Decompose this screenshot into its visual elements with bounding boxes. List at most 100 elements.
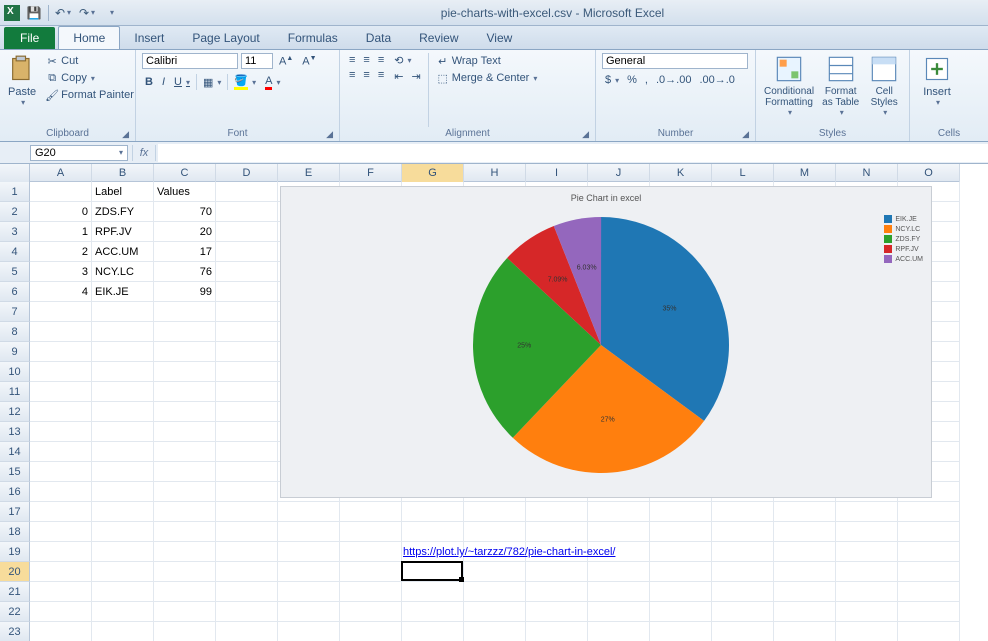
cell-C12[interactable] bbox=[154, 402, 216, 422]
cell-C13[interactable] bbox=[154, 422, 216, 442]
cell-N22[interactable] bbox=[836, 602, 898, 622]
cell-I17[interactable] bbox=[526, 502, 588, 522]
cell-J17[interactable] bbox=[588, 502, 650, 522]
cell-J18[interactable] bbox=[588, 522, 650, 542]
column-header-C[interactable]: C bbox=[154, 164, 216, 182]
cell-F22[interactable] bbox=[340, 602, 402, 622]
align-center-button[interactable]: ≡ bbox=[360, 68, 372, 82]
row-header-3[interactable]: 3 bbox=[0, 222, 30, 242]
cell-A14[interactable] bbox=[30, 442, 92, 462]
hyperlink-cell[interactable]: https://plot.ly/~tarzzz/782/pie-chart-in… bbox=[403, 542, 615, 562]
worksheet-grid[interactable]: ABCDEFGHIJKLMNO 1LabelValues20ZDS.FY7031… bbox=[0, 164, 988, 641]
row-header-10[interactable]: 10 bbox=[0, 362, 30, 382]
column-header-B[interactable]: B bbox=[92, 164, 154, 182]
cell-D13[interactable] bbox=[216, 422, 278, 442]
row-header-2[interactable]: 2 bbox=[0, 202, 30, 222]
undo-button[interactable]: ↶▾ bbox=[53, 4, 73, 22]
cell-F20[interactable] bbox=[340, 562, 402, 582]
cell-A22[interactable] bbox=[30, 602, 92, 622]
tab-file[interactable]: File bbox=[4, 27, 55, 49]
cell-L20[interactable] bbox=[712, 562, 774, 582]
cell-D18[interactable] bbox=[216, 522, 278, 542]
increase-font-button[interactable]: A▲ bbox=[276, 53, 296, 69]
cell-B22[interactable] bbox=[92, 602, 154, 622]
percent-button[interactable]: % bbox=[624, 73, 640, 87]
cell-C5[interactable]: 76 bbox=[154, 262, 216, 282]
cell-B3[interactable]: RPF.JV bbox=[92, 222, 154, 242]
tab-home[interactable]: Home bbox=[58, 26, 120, 49]
tab-insert[interactable]: Insert bbox=[120, 27, 178, 49]
cell-B13[interactable] bbox=[92, 422, 154, 442]
align-top-button[interactable]: ≡ bbox=[346, 53, 358, 67]
align-left-button[interactable]: ≡ bbox=[346, 68, 358, 82]
align-right-button[interactable]: ≡ bbox=[375, 68, 387, 82]
cell-B14[interactable] bbox=[92, 442, 154, 462]
column-header-N[interactable]: N bbox=[836, 164, 898, 182]
cell-C4[interactable]: 17 bbox=[154, 242, 216, 262]
cell-H18[interactable] bbox=[464, 522, 526, 542]
cell-A17[interactable] bbox=[30, 502, 92, 522]
cell-D15[interactable] bbox=[216, 462, 278, 482]
fill-color-button[interactable]: 🪣▾ bbox=[231, 73, 259, 91]
cell-C8[interactable] bbox=[154, 322, 216, 342]
cell-D23[interactable] bbox=[216, 622, 278, 641]
cell-B21[interactable] bbox=[92, 582, 154, 602]
increase-decimal-button[interactable]: .0→.00 bbox=[653, 73, 694, 87]
name-box[interactable]: G20▾ bbox=[30, 145, 128, 161]
cell-J23[interactable] bbox=[588, 622, 650, 641]
select-all-corner[interactable] bbox=[0, 164, 30, 182]
cell-A16[interactable] bbox=[30, 482, 92, 502]
row-header-8[interactable]: 8 bbox=[0, 322, 30, 342]
cell-J20[interactable] bbox=[588, 562, 650, 582]
comma-button[interactable]: , bbox=[642, 73, 651, 87]
cell-C16[interactable] bbox=[154, 482, 216, 502]
cell-C6[interactable]: 99 bbox=[154, 282, 216, 302]
row-header-14[interactable]: 14 bbox=[0, 442, 30, 462]
row-header-6[interactable]: 6 bbox=[0, 282, 30, 302]
column-header-O[interactable]: O bbox=[898, 164, 960, 182]
column-header-A[interactable]: A bbox=[30, 164, 92, 182]
cell-C14[interactable] bbox=[154, 442, 216, 462]
cell-D10[interactable] bbox=[216, 362, 278, 382]
orientation-button[interactable]: ⟲▾ bbox=[391, 53, 423, 68]
row-header-1[interactable]: 1 bbox=[0, 182, 30, 202]
cell-I21[interactable] bbox=[526, 582, 588, 602]
cell-E20[interactable] bbox=[278, 562, 340, 582]
align-bottom-button[interactable]: ≡ bbox=[375, 53, 387, 67]
formula-input[interactable] bbox=[158, 144, 988, 162]
format-as-table-button[interactable]: Format as Table▾ bbox=[820, 53, 861, 119]
cell-F17[interactable] bbox=[340, 502, 402, 522]
row-header-19[interactable]: 19 bbox=[0, 542, 30, 562]
cell-D1[interactable] bbox=[216, 182, 278, 202]
column-header-M[interactable]: M bbox=[774, 164, 836, 182]
cell-D17[interactable] bbox=[216, 502, 278, 522]
cell-C21[interactable] bbox=[154, 582, 216, 602]
cell-A11[interactable] bbox=[30, 382, 92, 402]
cell-O18[interactable] bbox=[898, 522, 960, 542]
cell-L23[interactable] bbox=[712, 622, 774, 641]
row-header-5[interactable]: 5 bbox=[0, 262, 30, 282]
format-painter-button[interactable]: 🖌Format Painter bbox=[42, 87, 137, 103]
number-format-combo[interactable] bbox=[602, 53, 748, 69]
cell-B17[interactable] bbox=[92, 502, 154, 522]
row-header-7[interactable]: 7 bbox=[0, 302, 30, 322]
cell-C17[interactable] bbox=[154, 502, 216, 522]
italic-button[interactable]: I bbox=[159, 75, 168, 89]
cell-D19[interactable] bbox=[216, 542, 278, 562]
cell-A9[interactable] bbox=[30, 342, 92, 362]
cell-C23[interactable] bbox=[154, 622, 216, 641]
cell-C11[interactable] bbox=[154, 382, 216, 402]
cell-D11[interactable] bbox=[216, 382, 278, 402]
cell-C20[interactable] bbox=[154, 562, 216, 582]
cell-D21[interactable] bbox=[216, 582, 278, 602]
cell-B11[interactable] bbox=[92, 382, 154, 402]
decrease-font-button[interactable]: A▼ bbox=[299, 53, 319, 69]
cell-E18[interactable] bbox=[278, 522, 340, 542]
copy-button[interactable]: ⧉Copy▾ bbox=[42, 70, 137, 86]
cell-L21[interactable] bbox=[712, 582, 774, 602]
cell-I20[interactable] bbox=[526, 562, 588, 582]
align-middle-button[interactable]: ≡ bbox=[360, 53, 372, 67]
cell-D2[interactable] bbox=[216, 202, 278, 222]
cell-I22[interactable] bbox=[526, 602, 588, 622]
cell-G18[interactable] bbox=[402, 522, 464, 542]
